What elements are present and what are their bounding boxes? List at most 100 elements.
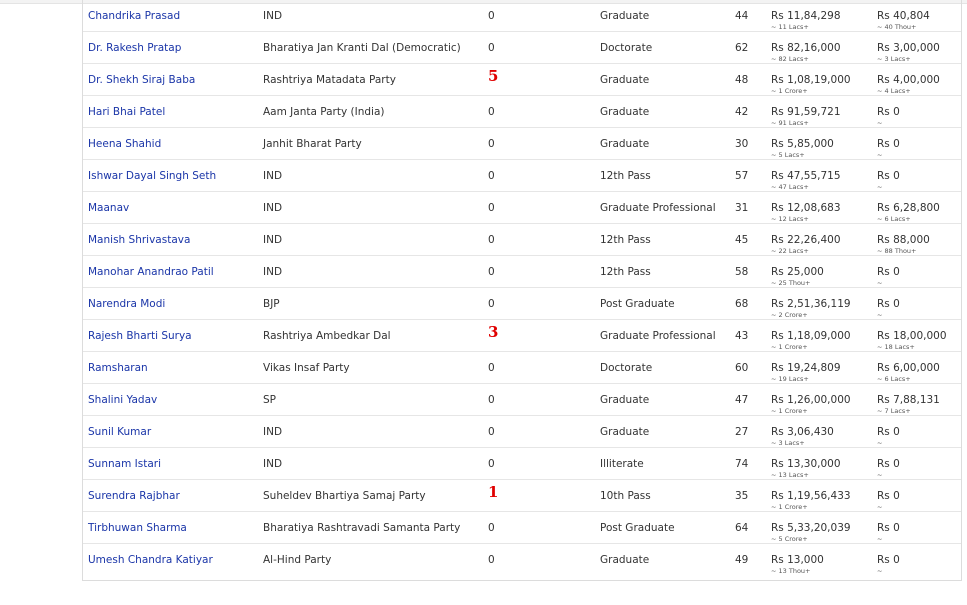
party-cell: BJP [263,298,280,310]
age-cell: 58 [735,266,749,278]
assets-approx: ~ 3 Lacs+ [771,439,805,447]
party-cell: IND [263,266,283,278]
total-assets-cell: Rs 1,19,56,433 ~ 1 Crore+ [771,490,851,511]
education-cell: Graduate [600,106,650,118]
candidate-name-link[interactable]: Ishwar Dayal Singh Seth [88,170,216,183]
total-assets-cell: Rs 1,18,09,000 ~ 1 Crore+ [771,330,851,351]
assets-approx: ~ 13 Lacs+ [771,471,809,479]
liabilities-approx: ~ [877,439,883,447]
candidate-name-link[interactable]: Sunnam Istari [88,458,161,471]
assets-approx: ~ 22 Lacs+ [771,247,809,255]
table-row: Narendra Modi BJP 0 Post Graduate 68 Rs 2,51,… [83,288,961,320]
liabilities-approx: ~ [877,279,883,287]
total-assets-cell: Rs 3,06,430 ~ 3 Lacs+ [771,426,834,447]
liabilities-approx: ~ 18 Lacs+ [877,343,915,351]
assets-value: Rs 25,000 [771,266,824,278]
criminal-cases-cell: 0 [488,394,495,406]
assets-value: Rs 1,18,09,000 [771,330,851,342]
assets-value: Rs 91,59,721 [771,106,841,118]
candidate-name-link[interactable]: Manohar Anandrao Patil [88,266,214,279]
age-cell: 31 [735,202,749,214]
liabilities-cell: Rs 88,000 ~ 88 Thou+ [877,234,930,255]
liabilities-approx: ~ 6 Lacs+ [877,215,911,223]
age-cell: 49 [735,554,749,566]
assets-approx: ~ 91 Lacs+ [771,119,809,127]
candidate-name-link[interactable]: Surendra Rajbhar [88,490,180,503]
assets-value: Rs 2,51,36,119 [771,298,851,310]
party-cell: IND [263,202,283,214]
assets-approx: ~ 12 Lacs+ [771,215,809,223]
assets-value: Rs 22,26,400 [771,234,841,246]
education-cell: Graduate [600,138,650,150]
age-cell: 57 [735,170,749,182]
liabilities-cell: Rs 7,88,131 ~ 7 Lacs+ [877,394,940,415]
assets-value: Rs 5,33,20,039 [771,522,851,534]
criminal-cases-cell: 0 [488,106,495,118]
assets-approx: ~ 25 Thou+ [771,279,811,287]
criminal-cases-cell: 5 [488,67,499,85]
liabilities-cell: Rs 6,00,000 ~ 6 Lacs+ [877,362,940,383]
total-assets-cell: Rs 25,000 ~ 25 Thou+ [771,266,824,287]
total-assets-cell: Rs 22,26,400 ~ 22 Lacs+ [771,234,841,255]
candidate-name-link[interactable]: Tirbhuwan Sharma [88,522,187,535]
party-cell: Rashtriya Matadata Party [263,74,396,86]
assets-value: Rs 1,26,00,000 [771,394,851,406]
candidate-name-link[interactable]: Maanav [88,202,129,215]
party-cell: Aam Janta Party (India) [263,106,385,118]
party-cell: Vikas Insaf Party [263,362,350,374]
table-row: Umesh Chandra Katiyar Al-Hind Party 0 Gradu… [83,544,961,576]
assets-approx: ~ 13 Thou+ [771,567,811,575]
candidate-name-link[interactable]: Narendra Modi [88,298,165,311]
liabilities-approx: ~ [877,567,883,575]
liabilities-value: Rs 0 [877,138,900,150]
criminal-cases-cell: 0 [488,426,495,438]
education-cell: Graduate Professional [600,330,716,342]
age-cell: 35 [735,490,749,502]
table-row: Tirbhuwan Sharma Bharatiya Rashtravadi Sa… [83,512,961,544]
liabilities-approx: ~ [877,151,883,159]
candidate-name-link[interactable]: Dr. Rakesh Pratap [88,42,181,55]
candidate-name-link[interactable]: Sunil Kumar [88,426,151,439]
party-cell: IND [263,426,283,438]
assets-approx: ~ 5 Crore+ [771,535,808,543]
table-row: Dr. Rakesh Pratap Bharatiya Jan Kranti Da… [83,32,961,64]
table-row: Shalini Yadav SP 0 Graduate 47 Rs 1,26,00,000… [83,384,961,416]
party-cell: Bharatiya Rashtravadi Samanta Party [263,522,461,534]
candidate-name-link[interactable]: Dr. Shekh Siraj Baba [88,74,195,87]
criminal-cases-cell: 0 [488,170,495,182]
criminal-cases-cell: 0 [488,362,495,374]
assets-value: Rs 47,55,715 [771,170,841,182]
criminal-cases-cell: 0 [488,522,495,534]
candidate-name-link[interactable]: Shalini Yadav [88,394,157,407]
liabilities-value: Rs 0 [877,426,900,438]
liabilities-approx: ~ 4 Lacs+ [877,87,911,95]
liabilities-value: Rs 3,00,000 [877,42,940,54]
assets-approx: ~ 82 Lacs+ [771,55,809,63]
candidate-name-link[interactable]: Hari Bhai Patel [88,106,165,119]
assets-approx: ~ 5 Lacs+ [771,151,805,159]
total-assets-cell: Rs 5,85,000 ~ 5 Lacs+ [771,138,834,159]
age-cell: 68 [735,298,749,310]
criminal-cases-cell: 0 [488,10,495,22]
education-cell: 10th Pass [600,490,651,502]
total-assets-cell: Rs 91,59,721 ~ 91 Lacs+ [771,106,841,127]
candidate-name-link[interactable]: Chandrika Prasad [88,10,180,23]
candidate-name-link[interactable]: Heena Shahid [88,138,161,151]
education-cell: Graduate [600,74,650,86]
table-row: Heena Shahid Janhit Bharat Party 0 Graduate… [83,128,961,160]
candidate-name-link[interactable]: Umesh Chandra Katiyar [88,554,213,567]
education-cell: Graduate [600,10,650,22]
liabilities-value: Rs 4,00,000 [877,74,940,86]
liabilities-cell: Rs 0 ~ [877,426,900,447]
liabilities-approx: ~ [877,535,883,543]
education-cell: Doctorate [600,42,653,54]
candidate-name-link[interactable]: Rajesh Bharti Surya [88,330,192,343]
total-assets-cell: Rs 5,33,20,039 ~ 5 Crore+ [771,522,851,543]
criminal-cases-cell: 0 [488,298,495,310]
candidates-table: Chandrika Prasad IND 0 Graduate 44 Rs 11,84,2… [82,0,962,581]
candidate-name-link[interactable]: Manish Shrivastava [88,234,190,247]
candidate-name-link[interactable]: Ramsharan [88,362,148,375]
party-cell: SP [263,394,276,406]
education-cell: 12th Pass [600,234,651,246]
table-row: Manish Shrivastava IND 0 12th Pass 45 Rs 22,2… [83,224,961,256]
